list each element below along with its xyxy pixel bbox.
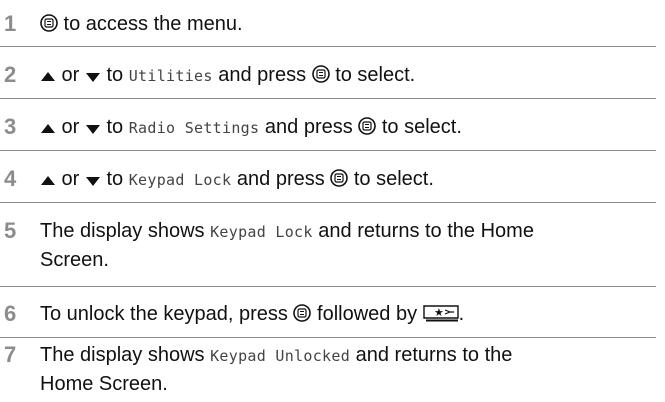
step-text: or to Radio Settings and press to select… [40, 113, 656, 142]
up-arrow-icon [41, 72, 55, 81]
svg-text:★: ★ [434, 306, 444, 319]
step-text-part: followed by [311, 303, 423, 325]
step-number: 2 [4, 62, 17, 87]
step-number: 3 [4, 114, 17, 139]
step-text-part: or [56, 168, 85, 190]
step-text: To unlock the keypad, press followed by … [40, 300, 656, 328]
step-text-part: Home Screen. [40, 373, 168, 395]
star-key-icon: ★ [422, 305, 459, 322]
menu-ok-button-icon [40, 14, 58, 32]
step-text-part: and press [259, 116, 359, 138]
step-5: 5 The display shows Keypad Lock and retu… [0, 217, 656, 277]
up-arrow-icon [41, 124, 55, 133]
menu-item-name: Utilities [128, 67, 213, 85]
step-number: 4 [4, 166, 17, 191]
divider [0, 46, 656, 47]
step-text: or to Utilities and press to select. [40, 61, 656, 90]
display-message: Keypad Unlocked [210, 347, 351, 365]
step-text-part: and press [212, 64, 312, 86]
step-number: 6 [4, 301, 17, 326]
step-3: 3 or to Radio Settings and press to sele… [0, 113, 656, 143]
step-text-part: to [100, 116, 129, 138]
step-text-part: The display shows [40, 344, 211, 366]
menu-ok-button-icon [293, 304, 312, 322]
step-text-part: to [100, 168, 129, 190]
down-arrow-icon [85, 177, 100, 186]
divider [0, 286, 656, 287]
step-text-part: Screen. [40, 249, 109, 271]
step-2: 2 or to Utilities and press to select. [0, 61, 656, 91]
menu-item-name: Radio Settings [128, 119, 260, 137]
step-text: The display shows Keypad Lock and return… [40, 217, 656, 277]
step-text-part: . [458, 303, 465, 325]
display-message: Keypad Lock [210, 223, 313, 241]
step-text-part: to select. [348, 168, 434, 190]
step-text: The display shows Keypad Unlocked and re… [40, 341, 656, 401]
step-number: 1 [4, 11, 17, 36]
step-4: 4 or to Keypad Lock and press to select. [0, 165, 656, 195]
step-7: 7 The display shows Keypad Unlocked and … [0, 341, 656, 401]
menu-ok-button-icon [311, 65, 330, 83]
divider [0, 202, 656, 203]
menu-ok-button-icon [358, 117, 377, 135]
step-text-part: to access the menu. [58, 13, 243, 35]
procedure-steps: 1 to access the menu. 2 or to Utilities … [0, 0, 665, 402]
step-1: 1 to access the menu. [0, 10, 656, 40]
menu-item-name: Keypad Lock [128, 171, 232, 189]
step-text-part: to select. [329, 64, 416, 86]
menu-ok-button-icon [330, 169, 349, 187]
up-arrow-icon [41, 176, 55, 185]
divider [0, 98, 656, 99]
step-text-part: or [56, 64, 85, 86]
step-text-part: and returns to the [350, 344, 513, 366]
step-text-part: and press [231, 168, 331, 190]
step-text-part: and returns to the Home [312, 220, 534, 242]
step-text-part: or [56, 116, 85, 138]
step-text: to access the menu. [40, 10, 656, 38]
step-text-part: to [100, 64, 129, 86]
divider [0, 150, 656, 151]
step-number: 5 [4, 218, 17, 243]
step-text-part: to select. [376, 116, 462, 138]
down-arrow-icon [85, 125, 100, 134]
divider [0, 337, 656, 338]
step-number: 7 [4, 342, 17, 367]
step-text: or to Keypad Lock and press to select. [40, 165, 656, 194]
step-text-part: The display shows [40, 220, 211, 242]
step-text-part: To unlock the keypad, press [40, 303, 294, 325]
step-6: 6 To unlock the keypad, press followed b… [0, 300, 656, 330]
down-arrow-icon [85, 73, 100, 82]
